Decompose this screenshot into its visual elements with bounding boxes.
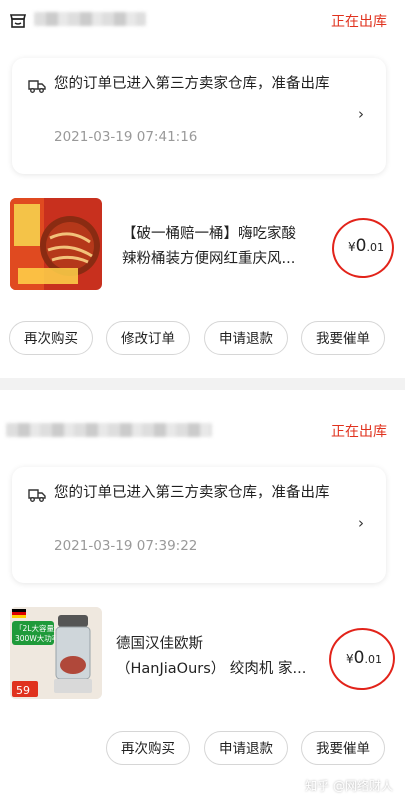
product-title[interactable]: 德国汉佳欧斯 （HanJiaOurs） 绞肉机 家... [116, 632, 306, 682]
order-status: 正在出库 [331, 14, 387, 30]
order-status: 正在出库 [331, 424, 387, 440]
thumb-price: 59 [16, 684, 30, 697]
chevron-right-icon[interactable]: › [358, 514, 364, 532]
product-thumbnail[interactable] [10, 198, 102, 290]
request-refund-button[interactable]: 申请退款 [204, 321, 288, 355]
notice-time: 2021-03-19 07:41:16 [54, 129, 198, 145]
urge-shipment-button[interactable]: 我要催单 [301, 731, 385, 765]
annotation-circle [328, 213, 398, 283]
buy-again-button[interactable]: 再次购买 [106, 731, 190, 765]
order-2-header: 正在出库 [0, 410, 405, 450]
thumb-badge-line2: 300W大功率 [15, 633, 60, 643]
notice-text: 您的订单已进入第三方卖家仓库，准备出库 [54, 76, 330, 92]
annotation-circle [325, 623, 399, 695]
truck-icon [28, 489, 46, 502]
product-title[interactable]: 【破一桶赔一桶】嗨吃家酸 辣粉桶装方便网红重庆风... [122, 222, 296, 272]
notice-text: 您的订单已进入第三方卖家仓库，准备出库 [54, 485, 330, 501]
product-title-line: 辣粉桶装方便网红重庆风... [122, 251, 296, 267]
chevron-right-icon[interactable]: › [358, 105, 364, 123]
buy-again-button[interactable]: 再次购买 [9, 321, 93, 355]
request-refund-button[interactable]: 申请退款 [204, 731, 288, 765]
product-title-line: 【破一桶赔一桶】嗨吃家酸 [122, 226, 296, 242]
store-icon [9, 14, 27, 28]
shop-name-blurred[interactable] [34, 12, 146, 26]
product-thumbnail[interactable]: 「2L大容量」 300W大功率 59 [10, 607, 102, 699]
notice-time: 2021-03-19 07:39:22 [54, 538, 198, 554]
product-title-line: 德国汉佳欧斯 [116, 636, 203, 652]
urge-shipment-button[interactable]: 我要催单 [301, 321, 385, 355]
section-divider [0, 378, 405, 390]
product-title-line: （HanJiaOurs） 绞肉机 家... [116, 661, 307, 677]
thumb-badge-line1: 「2L大容量」 [15, 623, 61, 633]
truck-icon [28, 80, 46, 93]
logistics-notice-card[interactable]: 您的订单已进入第三方卖家仓库，准备出库 2021-03-19 07:41:16 … [12, 58, 386, 174]
watermark: 知乎 @网络财人 [305, 779, 393, 793]
modify-order-button[interactable]: 修改订单 [106, 321, 190, 355]
logistics-notice-card[interactable]: 您的订单已进入第三方卖家仓库，准备出库 2021-03-19 07:39:22 … [12, 467, 386, 583]
shop-name-blurred[interactable] [6, 423, 212, 437]
order-1-header: 正在出库 [0, 0, 405, 40]
